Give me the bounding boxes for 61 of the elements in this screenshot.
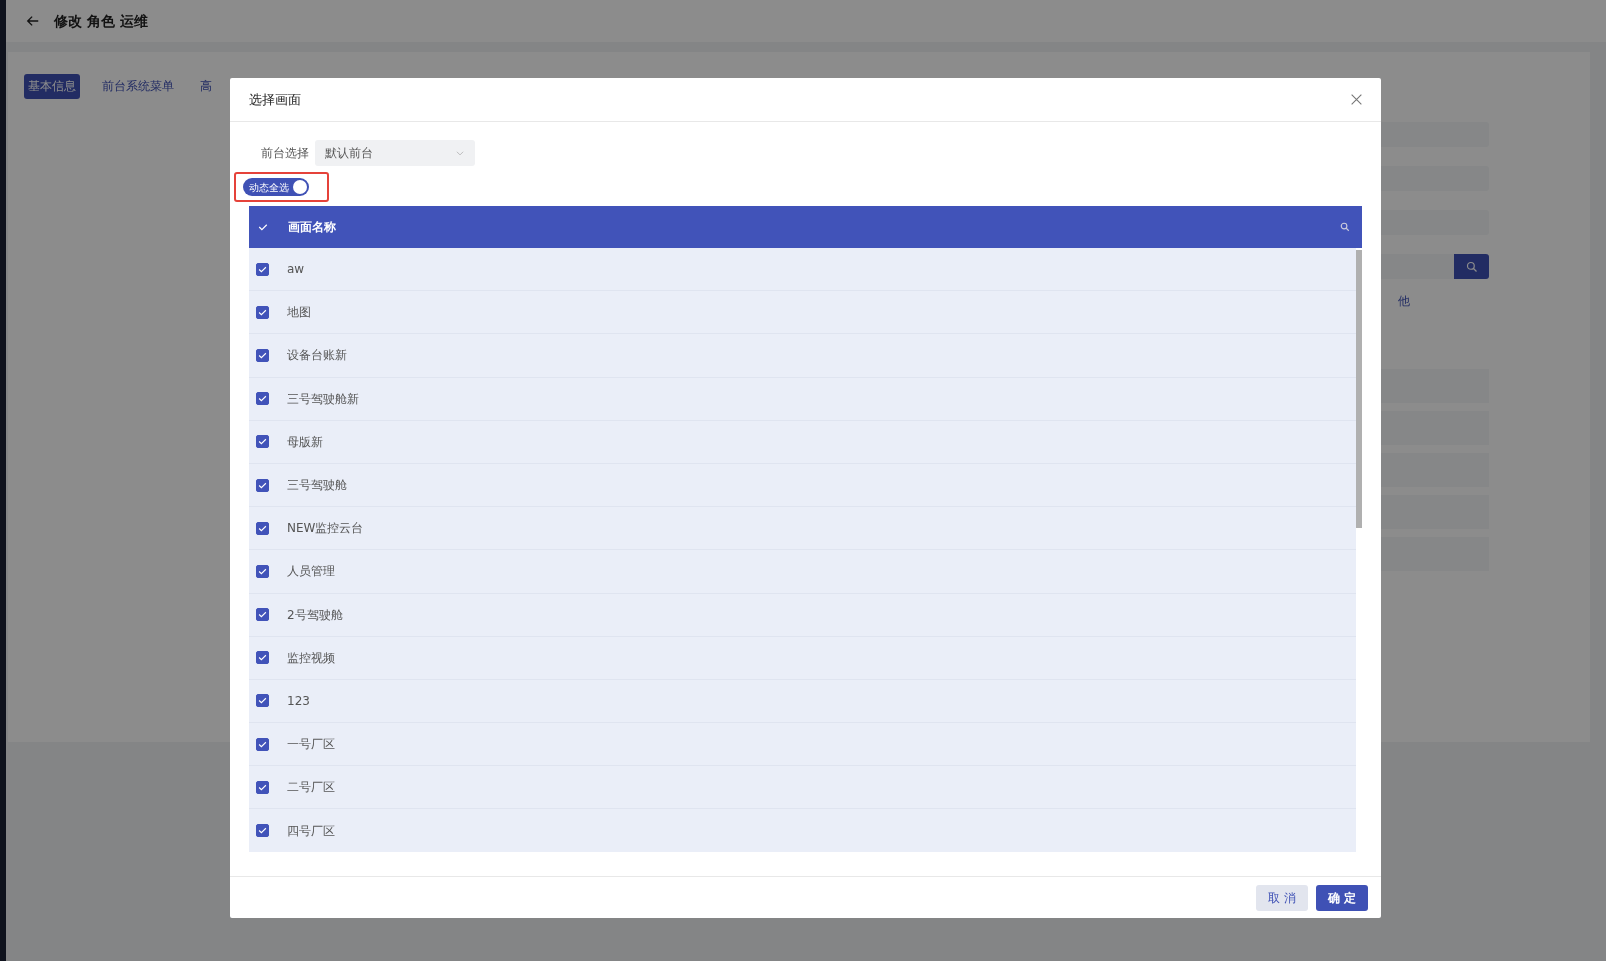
table-cell-text: 母版新 — [287, 433, 323, 451]
table-row[interactable]: 四号厂区 — [249, 809, 1356, 852]
search-icon[interactable] — [1340, 222, 1350, 232]
checkbox[interactable] — [256, 651, 269, 665]
table-cell-text: 123 — [287, 692, 310, 710]
table-row[interactable]: 地图 — [249, 291, 1356, 335]
tab[interactable]: 前台系统菜单 — [98, 74, 178, 100]
table-cell-text: 四号厂区 — [287, 822, 335, 840]
search-button[interactable] — [1454, 254, 1489, 279]
page-title: 修改 角色 运维 — [54, 11, 148, 31]
checkbox[interactable] — [256, 608, 269, 622]
table-row[interactable]: NEW监控云台 — [249, 507, 1356, 551]
checkbox[interactable] — [256, 564, 269, 578]
caret-icon — [455, 148, 465, 158]
table-cell-text: 地图 — [287, 304, 311, 322]
table-row[interactable]: 一号厂区 — [249, 723, 1356, 767]
checkbox[interactable] — [256, 262, 269, 276]
table-row[interactable]: aw — [249, 248, 1356, 292]
tab[interactable]: 基本信息 — [24, 74, 80, 100]
table-cell-text: 一号厂区 — [287, 736, 335, 754]
frontend-select[interactable]: 默认前台 — [315, 140, 475, 166]
checkbox[interactable] — [256, 521, 269, 535]
checkbox[interactable] — [256, 780, 269, 794]
table-cell-text: 2号驾驶舱 — [287, 606, 343, 624]
checkbox[interactable] — [256, 737, 269, 751]
table-cell-text: 监控视频 — [287, 649, 335, 667]
dialog-title: 选择画面 — [249, 90, 301, 109]
checkbox[interactable] — [256, 694, 269, 708]
table-row[interactable]: 设备台账新 — [249, 334, 1356, 378]
checkbox[interactable] — [256, 824, 269, 838]
table-cell-text: 设备台账新 — [287, 347, 347, 365]
checkbox[interactable] — [256, 305, 269, 319]
toggle-switch[interactable]: 动态全选 — [243, 178, 309, 196]
table-row[interactable]: 母版新 — [249, 420, 1356, 464]
tab[interactable]: 高 — [196, 74, 216, 100]
table-cell-text: 二号厂区 — [287, 779, 335, 797]
checkbox[interactable] — [256, 392, 269, 406]
table-cell-text: NEW监控云台 — [287, 520, 364, 538]
checkbox[interactable] — [256, 435, 269, 449]
table-row[interactable]: 二号厂区 — [249, 766, 1356, 810]
table-row[interactable]: 人员管理 — [249, 550, 1356, 594]
table-row[interactable]: 三号驾驶舱 — [249, 463, 1356, 508]
cancel-button[interactable]: 取 消 — [1256, 885, 1308, 911]
table-row[interactable]: 123 — [249, 679, 1356, 724]
back-button[interactable] — [26, 14, 40, 28]
table-cell-text: 人员管理 — [287, 563, 335, 581]
table-row[interactable]: 监控视频 — [249, 636, 1356, 680]
field-label: 前台选择 — [261, 145, 309, 162]
table-row[interactable]: 2号驾驶舱 — [249, 593, 1356, 637]
search-icon — [1465, 260, 1478, 273]
table-row[interactable]: 三号驾驶舱新 — [249, 377, 1356, 421]
scrollbar[interactable] — [1356, 250, 1362, 528]
confirm-button[interactable]: 确 定 — [1315, 885, 1368, 911]
table-cell-text: 三号驾驶舱新 — [287, 390, 359, 408]
table-cell-text: 三号驾驶舱 — [287, 477, 347, 495]
table-cell-text: aw — [287, 261, 305, 279]
link[interactable]: 他 — [1398, 294, 1410, 308]
checkbox[interactable] — [256, 348, 269, 362]
checkbox[interactable] — [256, 478, 269, 492]
select-all-checkbox[interactable] — [257, 221, 269, 233]
column-header: 画面名称 — [288, 219, 336, 236]
